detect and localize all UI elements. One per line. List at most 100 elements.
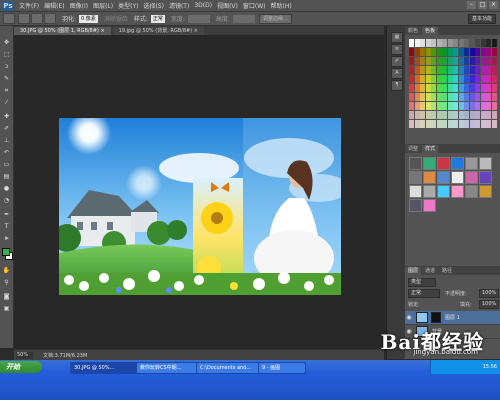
swatch-cell[interactable]	[442, 57, 447, 65]
swatch-cell[interactable]	[414, 84, 420, 92]
swatch-cell[interactable]	[420, 102, 425, 110]
swatch-cell[interactable]	[425, 39, 431, 47]
tab-document-1[interactable]: 30.JPG @ 50% (图层 1, RGB/8#) ×	[14, 27, 111, 35]
swatch-cell[interactable]	[442, 84, 447, 92]
swatch-cell[interactable]	[486, 57, 491, 65]
swatch-cell[interactable]	[425, 111, 431, 119]
swatch-cell[interactable]	[420, 84, 425, 92]
style-preset[interactable]	[479, 157, 492, 170]
swatch-cell[interactable]	[486, 39, 491, 47]
swatch-cell[interactable]	[453, 57, 458, 65]
menu-help[interactable]: 帮助(H)	[271, 1, 292, 10]
swatch-cell[interactable]	[469, 93, 475, 101]
swatch-cell[interactable]	[436, 48, 442, 56]
swatch-cell[interactable]	[447, 75, 453, 83]
style-preset[interactable]	[479, 171, 492, 184]
swatch-cell[interactable]	[458, 48, 464, 56]
menu-select[interactable]: 选择(S)	[143, 1, 164, 10]
hand-tool-icon[interactable]: ✋	[2, 266, 11, 275]
swatch-cell[interactable]	[464, 66, 469, 74]
swatch-cell[interactable]	[414, 48, 420, 56]
character-panel-icon[interactable]: A	[391, 68, 403, 79]
foreground-color-swatch[interactable]	[2, 248, 10, 256]
swatch-cell[interactable]	[453, 75, 458, 83]
tab-color[interactable]: 颜色	[405, 27, 422, 35]
swatch-cell[interactable]	[486, 75, 491, 83]
style-preset[interactable]	[409, 171, 422, 184]
swatch-cell[interactable]	[431, 39, 436, 47]
start-button[interactable]: 开始	[0, 361, 42, 373]
swatch-cell[interactable]	[436, 120, 442, 128]
height-input[interactable]	[232, 14, 255, 23]
lasso-tool-icon[interactable]: ↄ	[2, 62, 11, 71]
swatch-cell[interactable]	[475, 66, 480, 74]
close-button[interactable]: ×	[489, 1, 498, 9]
swatch-cell[interactable]	[475, 120, 480, 128]
styles-grid[interactable]	[409, 157, 497, 252]
swatch-cell[interactable]	[436, 75, 442, 83]
history-panel-icon[interactable]: ▦	[391, 32, 403, 43]
swatch-cell[interactable]	[458, 57, 464, 65]
swatch-cell[interactable]	[431, 102, 436, 110]
taskbar-button-browser[interactable]: 教你玩转CS中期...	[136, 362, 200, 374]
swatch-cell[interactable]	[464, 120, 469, 128]
swatch-cell[interactable]	[420, 111, 425, 119]
swatch-cell[interactable]	[480, 66, 486, 74]
swatch-cell[interactable]	[469, 84, 475, 92]
menu-view[interactable]: 视图(V)	[217, 1, 238, 10]
swatch-cell[interactable]	[486, 84, 491, 92]
swatch-cell[interactable]	[480, 84, 486, 92]
swatch-cell[interactable]	[436, 102, 442, 110]
swatch-cell[interactable]	[420, 39, 425, 47]
tab-paths[interactable]: 路径	[439, 267, 456, 275]
swatch-cell[interactable]	[409, 84, 414, 92]
swatch-cell[interactable]	[420, 48, 425, 56]
menu-layer[interactable]: 图层(L)	[93, 1, 113, 10]
swatch-cell[interactable]	[464, 84, 469, 92]
style-preset[interactable]	[465, 185, 478, 198]
swatch-cell[interactable]	[409, 93, 414, 101]
swatch-cell[interactable]	[409, 48, 414, 56]
swatch-cell[interactable]	[436, 111, 442, 119]
swatch-cell[interactable]	[491, 93, 497, 101]
swatch-cell[interactable]	[431, 120, 436, 128]
antialias-checkbox[interactable]: 消除锯齿	[104, 14, 128, 23]
menu-window[interactable]: 窗口(W)	[243, 1, 266, 10]
swatch-cell[interactable]	[442, 66, 447, 74]
swatch-cell[interactable]	[464, 57, 469, 65]
swatch-cell[interactable]	[436, 57, 442, 65]
swatch-cell[interactable]	[409, 57, 414, 65]
taskbar-button-paint[interactable]: 9 - 画图	[258, 362, 306, 374]
swatch-cell[interactable]	[458, 84, 464, 92]
swatch-cell[interactable]	[458, 66, 464, 74]
crop-tool-icon[interactable]: ⌗	[2, 86, 11, 95]
visibility-eye-icon[interactable]: ◉	[405, 314, 413, 321]
document-canvas[interactable]	[59, 118, 341, 295]
tab-layers[interactable]: 图层	[405, 267, 422, 275]
swatch-cell[interactable]	[453, 93, 458, 101]
eraser-tool-icon[interactable]: ▭	[2, 160, 11, 169]
swatch-cell[interactable]	[453, 102, 458, 110]
swatch-cell[interactable]	[491, 39, 497, 47]
swatch-cell[interactable]	[425, 48, 431, 56]
screen-mode-icon[interactable]: ▣	[2, 304, 11, 313]
swatch-cell[interactable]	[475, 57, 480, 65]
swatch-cell[interactable]	[458, 93, 464, 101]
style-preset[interactable]	[437, 185, 450, 198]
swatch-cell[interactable]	[469, 111, 475, 119]
swatch-cell[interactable]	[425, 75, 431, 83]
style-preset[interactable]	[409, 185, 422, 198]
swatch-cell[interactable]	[464, 48, 469, 56]
swatch-cell[interactable]	[491, 111, 497, 119]
style-preset[interactable]	[437, 157, 450, 170]
swatch-cell[interactable]	[442, 93, 447, 101]
brush-tool-icon[interactable]: ✐	[2, 124, 11, 133]
menu-edit[interactable]: 编辑(E)	[44, 1, 64, 10]
swatch-cell[interactable]	[414, 120, 420, 128]
menu-type[interactable]: 类型(Y)	[118, 1, 138, 10]
menu-filter[interactable]: 滤镜(T)	[169, 1, 189, 10]
tab-swatches[interactable]: 色板	[422, 27, 439, 35]
swatch-cell[interactable]	[453, 66, 458, 74]
swatch-cell[interactable]	[414, 102, 420, 110]
layer-mask-thumbnail[interactable]	[431, 312, 441, 323]
